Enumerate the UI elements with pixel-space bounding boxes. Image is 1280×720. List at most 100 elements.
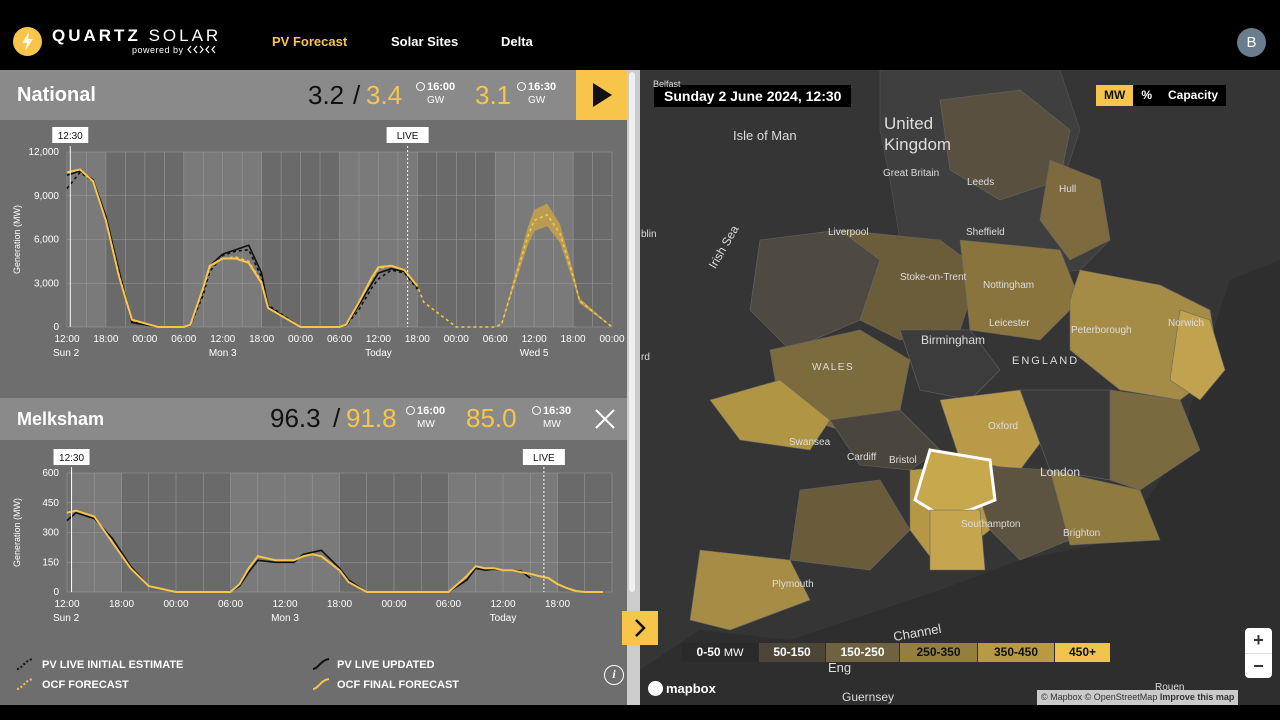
legend-0-50: 0-50 MW xyxy=(682,643,758,662)
brand-name: QUARTZ SOLAR xyxy=(52,26,221,46)
nav-delta[interactable]: Delta xyxy=(501,34,533,49)
x-tick-label: 00:00 xyxy=(288,334,313,345)
info-icon[interactable]: i xyxy=(604,665,624,685)
map-label-swansea: Swansea xyxy=(789,437,831,448)
legend-250-350: 250-350 xyxy=(900,643,977,662)
mapbox-logo[interactable]: mapbox xyxy=(648,681,716,696)
y-tick-label: 450 xyxy=(42,498,59,509)
y-tick-label: 600 xyxy=(42,468,59,479)
national-next: 3.1 xyxy=(475,80,512,110)
unit-percent[interactable]: % xyxy=(1133,85,1160,106)
x-tick-label: 06:00 xyxy=(436,599,461,610)
map-label-sheffield: Sheffield xyxy=(966,227,1005,238)
legend-50-150: 50-150 xyxy=(759,643,825,662)
legend-forecast: OCF FORECAST xyxy=(42,679,129,691)
x-tick-label: 18:00 xyxy=(561,334,586,345)
y-tick-label: 9,000 xyxy=(34,191,59,202)
national-forecast: 3.4 xyxy=(366,80,403,110)
map-label-leeds: Leeds xyxy=(967,177,995,188)
melksham-forecast-time-value: 16:00 xyxy=(417,405,446,417)
melksham-separator: / xyxy=(333,403,341,433)
nav-solar-sites[interactable]: Solar Sites xyxy=(391,34,458,49)
unit-capacity[interactable]: Capacity xyxy=(1160,85,1226,106)
melksham-next-time-value: 16:30 xyxy=(543,405,572,417)
x-tick-label: 12:00 xyxy=(54,334,79,345)
forecast-swatch-icon xyxy=(16,678,34,690)
map-label-guernsey: Guernsey xyxy=(842,690,895,704)
x-tick-label: 12:00 xyxy=(366,334,391,345)
x-tick-label: 00:00 xyxy=(132,334,157,345)
y-axis-title: Generation (MW) xyxy=(12,498,22,567)
map-label-leicester: Leicester xyxy=(989,318,1030,329)
melksham-actual: 96.3 xyxy=(270,403,321,433)
melksham-title: Melksham xyxy=(17,409,105,429)
updated-swatch-icon xyxy=(312,658,330,670)
map-label-plymouth: Plymouth xyxy=(772,579,814,590)
x-tick-label: 00:00 xyxy=(599,334,624,345)
scrollbar-thumb[interactable] xyxy=(629,72,635,592)
legend-updated: PV LIVE UPDATED xyxy=(337,659,435,671)
bottom-bar xyxy=(0,705,1280,720)
map-label-wales: WALES xyxy=(812,362,855,373)
map-label-nottingham: Nottingham xyxy=(983,280,1035,291)
map-label-peterborough: Peterborough xyxy=(1071,325,1132,336)
map-label-norwich: Norwich xyxy=(1168,318,1205,329)
user-avatar[interactable]: B xyxy=(1237,28,1266,57)
unit-mw[interactable]: MW xyxy=(1096,85,1134,106)
legend-150-250: 150-250 xyxy=(826,643,899,662)
x-tick-label: 00:00 xyxy=(444,334,469,345)
uk-map[interactable] xyxy=(640,70,1280,705)
play-button[interactable] xyxy=(576,70,627,120)
zoom-out-button[interactable]: − xyxy=(1245,653,1272,678)
brand-bold: QUARTZ xyxy=(52,26,141,45)
legend-0-50-label: 0-50 xyxy=(696,645,721,659)
x-tick-label: 06:00 xyxy=(218,599,243,610)
map-label-london: London xyxy=(1040,465,1081,479)
map-label-hull: Hull xyxy=(1059,184,1077,195)
x-tick-label: 12:00 xyxy=(54,599,79,610)
expand-panel-button[interactable] xyxy=(622,611,658,645)
x-tick-label: 18:00 xyxy=(249,334,274,345)
attribution-text[interactable]: © Mapbox © OpenStreetMap xyxy=(1041,692,1157,702)
melksham-chart[interactable]: 0 150 300 450 600 12:00 18:00 00:00 06:00 12:00 18… xyxy=(0,440,627,630)
unit-toggle[interactable]: MW % Capacity xyxy=(1096,85,1227,106)
map-label-rd: rd xyxy=(641,352,650,363)
nav-pv-forecast[interactable]: PV Forecast xyxy=(272,34,347,49)
zoom-in-button[interactable]: + xyxy=(1245,628,1272,653)
map-label-eng: Eng xyxy=(828,660,852,675)
ocf-logo-icon xyxy=(186,45,216,54)
y-tick-label: 0 xyxy=(53,587,59,598)
x-tick-label: 00:00 xyxy=(381,599,406,610)
close-icon[interactable] xyxy=(594,408,616,430)
map-label-dublin: blin xyxy=(641,229,657,240)
legend-initial: PV LIVE INITIAL ESTIMATE xyxy=(42,659,184,671)
melksham-header: Melksham 96.3 / 91.8 16:00 MW 85.0 16:30… xyxy=(0,398,627,440)
y-tick-label: 0 xyxy=(53,322,59,333)
map-label-great-britain: Great Britain xyxy=(883,168,940,179)
map-attribution[interactable]: © Mapbox © OpenStreetMap Improve this ma… xyxy=(1037,690,1239,705)
national-next-time-value: 16:30 xyxy=(528,81,557,93)
day-label: Today xyxy=(365,348,392,359)
clock-icon xyxy=(406,406,415,415)
x-tick-label: 00:00 xyxy=(163,599,188,610)
clock-icon xyxy=(416,82,425,91)
powered-by: powered by xyxy=(132,45,219,55)
x-tick-label: 12:00 xyxy=(522,334,547,345)
map-view[interactable] xyxy=(640,70,1280,705)
legend-final: OCF FINAL FORECAST xyxy=(337,679,460,691)
melksham-forecast: 91.8 xyxy=(346,403,397,433)
x-tick-label: 18:00 xyxy=(93,334,118,345)
x-tick-label: 06:00 xyxy=(483,334,508,345)
national-chart[interactable]: 0 3,000 6,000 9,000 12,000 12:00 18:00 00:00 06:… xyxy=(0,120,627,365)
panel-scrollbar[interactable] xyxy=(627,70,640,705)
map-label-belfast: Belfast xyxy=(653,79,681,89)
play-icon xyxy=(593,83,612,107)
improve-map-link[interactable]: Improve this map xyxy=(1160,692,1235,702)
y-tick-label: 6,000 xyxy=(34,235,59,246)
national-actual: 3.2 xyxy=(308,80,345,110)
mapbox-icon xyxy=(648,681,663,696)
day-label: Mon 3 xyxy=(209,348,237,359)
day-label: Today xyxy=(490,613,517,624)
map-label-cardiff: Cardiff xyxy=(847,452,877,463)
quartz-logo-icon[interactable] xyxy=(13,27,42,56)
